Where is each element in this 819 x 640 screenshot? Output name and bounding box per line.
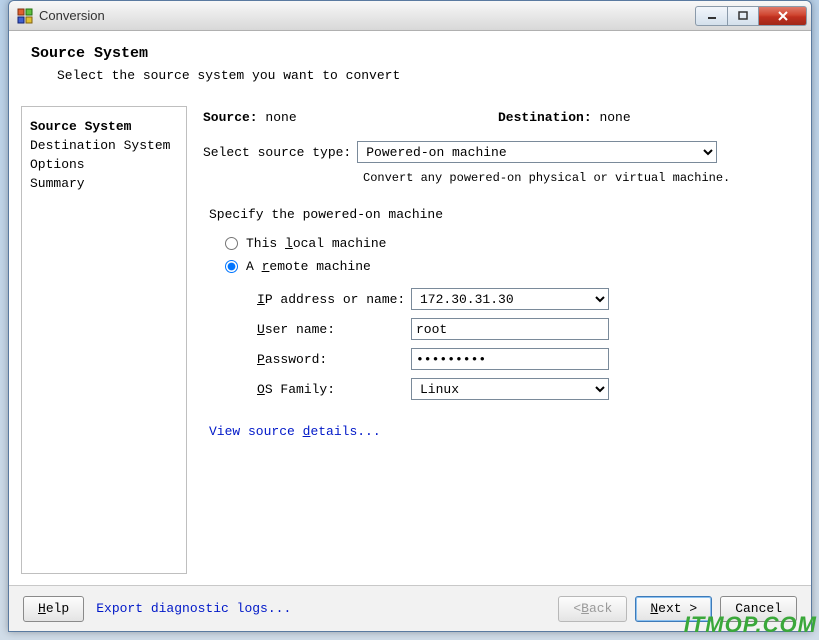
help-button[interactable]: Help <box>23 596 84 622</box>
username-label: User name: <box>257 322 411 337</box>
titlebar: Conversion <box>9 1 811 31</box>
next-button[interactable]: Next > <box>635 596 712 622</box>
source-label: Source: <box>203 110 258 125</box>
password-label: Password: <box>257 352 411 367</box>
destination-label: Destination: <box>498 110 592 125</box>
back-button: < Back <box>558 596 627 622</box>
source-type-helper: Convert any powered-on physical or virtu… <box>203 167 793 185</box>
password-input[interactable] <box>411 348 609 370</box>
remote-machine-label[interactable]: A remote machine <box>246 259 371 274</box>
sidebar-item-summary[interactable]: Summary <box>30 174 178 193</box>
sidebar-item-destination-system[interactable]: Destination System <box>30 136 178 155</box>
wizard-header: Source System Select the source system y… <box>9 31 811 98</box>
window-controls <box>695 6 807 26</box>
local-machine-radio[interactable] <box>225 237 238 250</box>
app-icon <box>17 8 33 24</box>
sidebar-item-options[interactable]: Options <box>30 155 178 174</box>
source-type-select[interactable]: Powered-on machine <box>357 141 717 163</box>
wizard-footer: Help Export diagnostic logs... < Back Ne… <box>9 585 811 631</box>
page-title: Source System <box>31 45 789 62</box>
ip-address-input[interactable]: 172.30.31.30 <box>411 288 609 310</box>
cancel-button[interactable]: Cancel <box>720 596 797 622</box>
remote-machine-radio[interactable] <box>225 260 238 273</box>
wizard-steps-sidebar: Source System Destination System Options… <box>21 106 187 574</box>
os-family-select[interactable]: Linux <box>411 378 609 400</box>
destination-value: none <box>599 110 630 125</box>
select-source-type-label: Select source type: <box>203 145 351 160</box>
username-input[interactable] <box>411 318 609 340</box>
close-button[interactable] <box>759 6 807 26</box>
ip-label: IP address or name: <box>257 292 411 307</box>
os-family-label: OS Family: <box>257 382 411 397</box>
conversion-window: Conversion Source System Select the sour… <box>8 0 812 632</box>
maximize-button[interactable] <box>727 6 759 26</box>
source-value: none <box>265 110 296 125</box>
view-source-details-link[interactable]: View source details... <box>209 424 381 439</box>
local-machine-label[interactable]: This local machine <box>246 236 386 251</box>
group-title: Specify the powered-on machine <box>209 207 793 222</box>
window-title: Conversion <box>39 8 695 23</box>
page-subtitle: Select the source system you want to con… <box>31 62 789 83</box>
minimize-button[interactable] <box>695 6 727 26</box>
sidebar-item-source-system[interactable]: Source System <box>30 117 178 136</box>
main-panel: Source: none Destination: none Select so… <box>197 106 799 574</box>
export-logs-link[interactable]: Export diagnostic logs... <box>96 601 291 616</box>
